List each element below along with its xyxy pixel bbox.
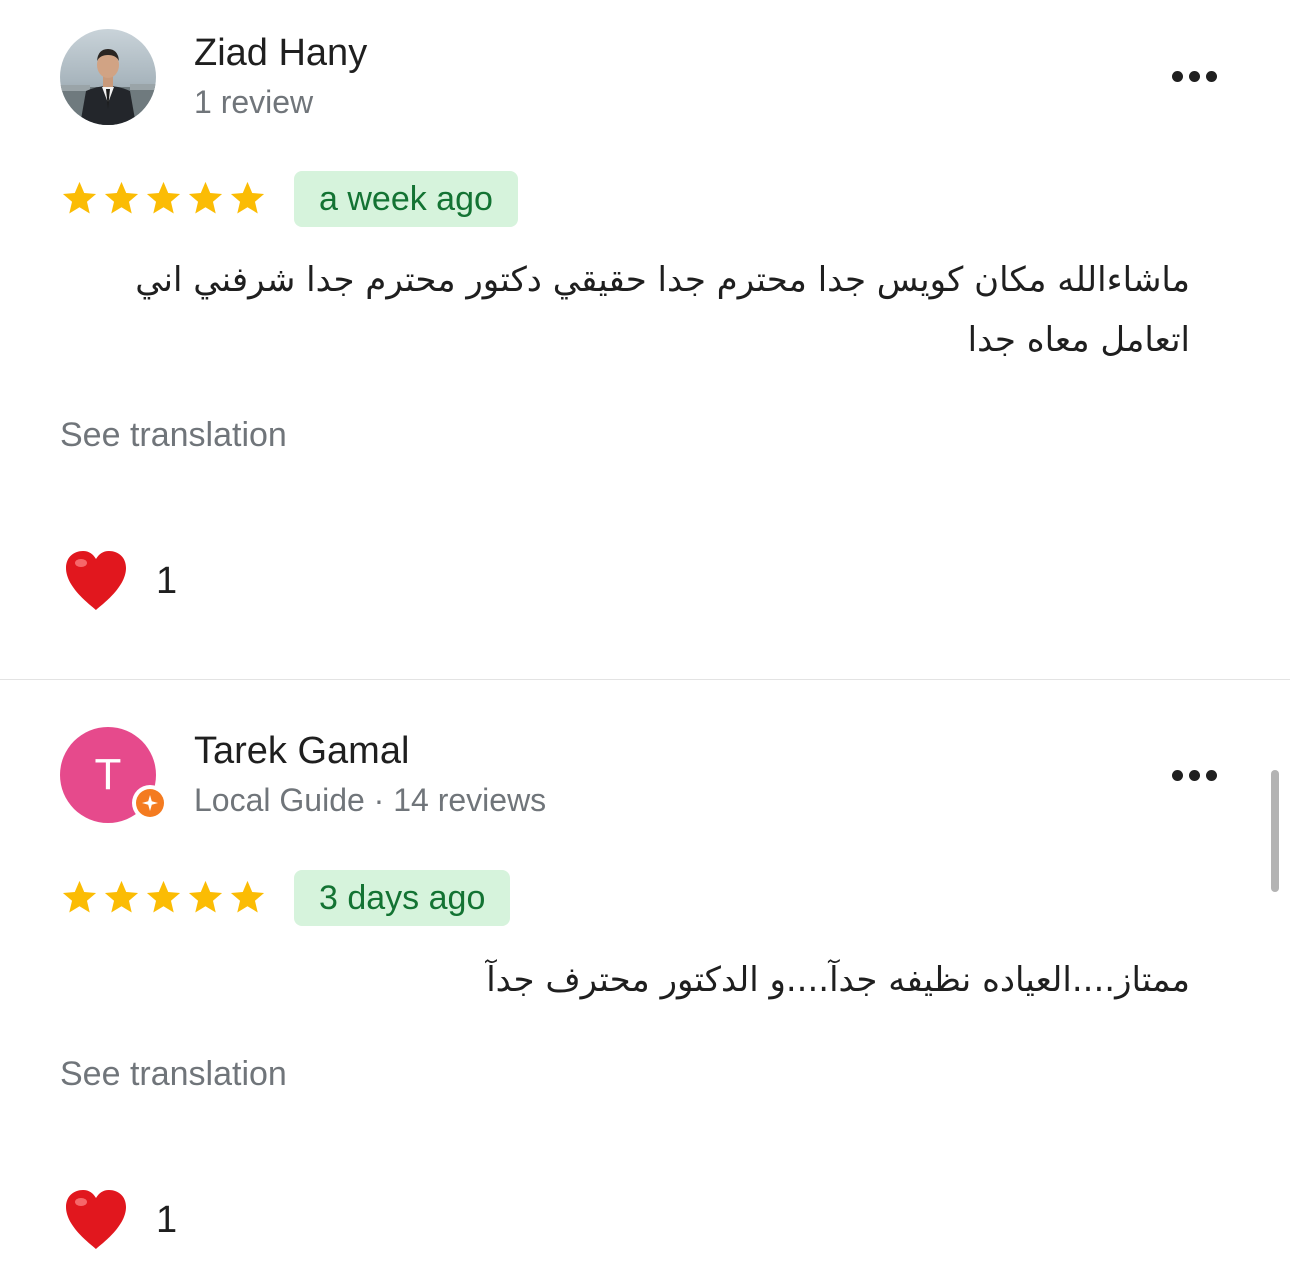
star-icon xyxy=(188,181,223,214)
reviewer-avatar[interactable]: T xyxy=(60,727,168,823)
heart-icon xyxy=(66,551,126,610)
star-icon xyxy=(104,181,139,214)
reaction-button[interactable]: 1 xyxy=(62,1187,177,1253)
reaction-count: 1 xyxy=(156,559,178,602)
star-icon xyxy=(146,880,181,913)
more-options-button[interactable] xyxy=(1166,56,1222,96)
star-icon xyxy=(188,880,223,913)
more-horizontal-icon xyxy=(1171,769,1183,781)
more-dot xyxy=(1205,70,1217,82)
reviewer-name[interactable]: Tarek Gamal xyxy=(194,730,409,773)
see-translation-link[interactable]: See translation xyxy=(60,1055,287,1094)
reviewer-avatar[interactable] xyxy=(60,29,156,125)
reviewer-meta: Local Guide · 14 reviews xyxy=(194,782,547,818)
star-rating xyxy=(60,179,267,218)
star-icon xyxy=(146,181,181,214)
review-card: Ziad Hany 1 review a week ago ماشاءالله … xyxy=(0,0,1290,679)
more-horizontal-icon xyxy=(1171,70,1183,82)
reviewer-meta: 1 review xyxy=(194,84,314,120)
star-rating xyxy=(60,878,267,917)
more-options-button[interactable] xyxy=(1166,755,1222,795)
review-card: T Tarek Gamal Local Guide · 14 reviews 3… xyxy=(0,680,1290,1270)
star-icon xyxy=(230,181,265,214)
scrollbar[interactable] xyxy=(1271,770,1279,892)
reaction-button[interactable]: 1 xyxy=(62,548,177,614)
sparkle-icon xyxy=(142,795,158,811)
star-icon xyxy=(62,880,97,913)
review-text: ماشاءالله مكان كويس جدا محترم جدا حقيقي … xyxy=(135,260,1190,360)
star-icon xyxy=(62,181,97,214)
reaction-count: 1 xyxy=(156,1198,178,1241)
review-time: a week ago xyxy=(319,179,493,218)
more-dot xyxy=(1205,769,1217,781)
review-time-badge: 3 days ago xyxy=(294,870,511,926)
reviewer-name[interactable]: Ziad Hany xyxy=(194,32,367,75)
review-time-badge: a week ago xyxy=(294,171,518,227)
review-text: ممتاز....العياده نظيفه جدآ....و الدكتور … xyxy=(486,960,1190,1000)
heart-icon xyxy=(66,1190,126,1249)
reviewer-photo xyxy=(60,29,156,125)
see-translation-link[interactable]: See translation xyxy=(60,416,287,455)
more-dot xyxy=(1188,70,1200,82)
review-time: 3 days ago xyxy=(319,878,486,917)
more-dot xyxy=(1188,769,1200,781)
star-icon xyxy=(104,880,139,913)
star-icon xyxy=(230,880,265,913)
local-guide-badge-icon xyxy=(132,785,168,821)
